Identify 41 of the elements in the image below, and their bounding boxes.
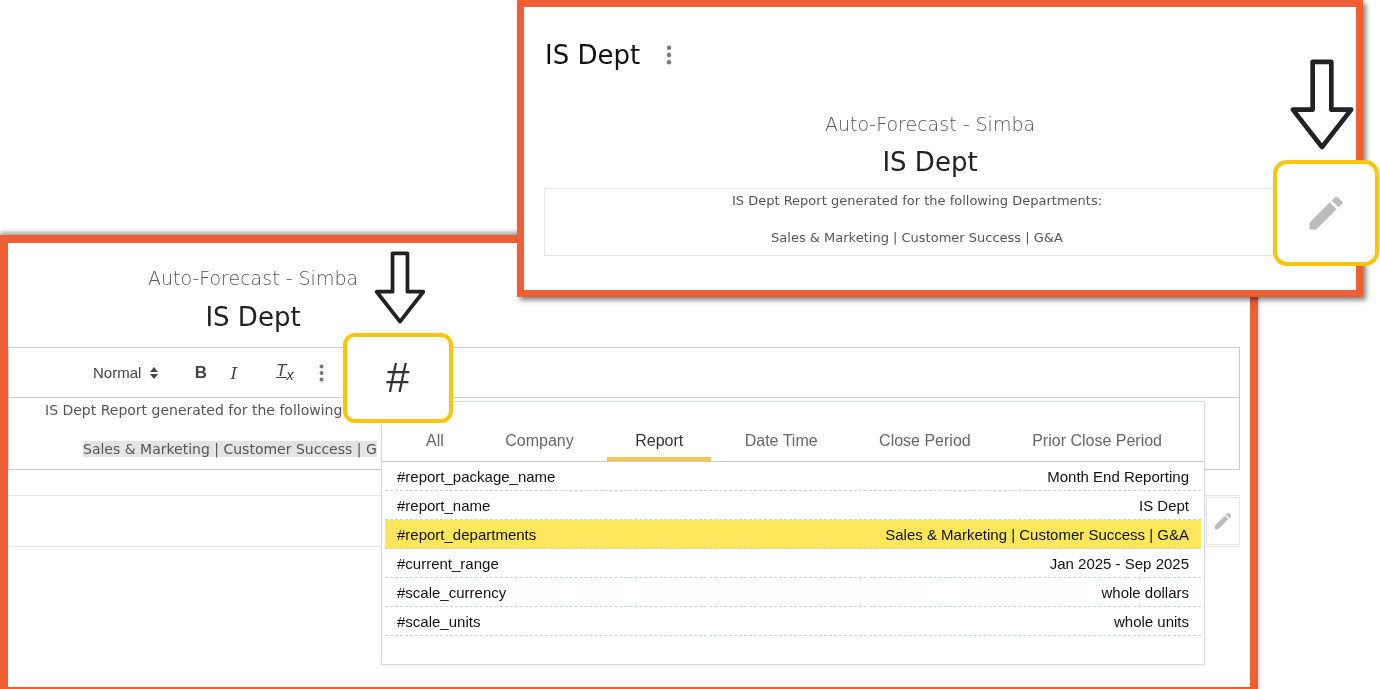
tag-name: #current_range (397, 554, 499, 572)
tag-value: Sales & Marketing | Customer Success | G&A (885, 525, 1189, 543)
tag-row[interactable]: #report_departments Sales & Marketing | Customer Success | G&A (385, 520, 1201, 549)
tag-value: whole units (1113, 612, 1189, 630)
italic-button[interactable]: I (217, 362, 251, 383)
hash-button[interactable]: # (343, 333, 453, 423)
tab[interactable]: All (398, 425, 472, 461)
tag-name: #scale_units (397, 612, 481, 630)
tab[interactable]: Date Time (716, 425, 846, 461)
body-text: IS Dept Report generated for the following Departments: (730, 192, 1104, 210)
tag-value: Month End Reporting (1047, 467, 1189, 485)
body-text: Sales & Marketing | Customer Success | G (83, 441, 377, 457)
sort-icon (150, 366, 159, 379)
tab[interactable]: Prior Close Period (1004, 425, 1190, 461)
tag-value: IS Dept (1138, 496, 1189, 514)
report-title: IS Dept (881, 146, 979, 179)
tag-name: #report_departments (397, 525, 537, 543)
tag-row[interactable]: #scale_currency whole dollars (385, 578, 1201, 607)
panel-title: IS Dept (545, 40, 641, 70)
tag-name: #report_name (397, 496, 491, 514)
tag-name: #scale_currency (397, 583, 507, 601)
tag-row[interactable]: #current_range Jan 2025 - Sep 2025 (385, 549, 1201, 578)
tab[interactable]: Close Period (851, 425, 999, 461)
tab[interactable]: Report (607, 425, 712, 461)
tag-row[interactable]: #report_package_name Month End Reporting (385, 462, 1201, 491)
bold-button[interactable]: B (184, 362, 218, 383)
pencil-icon (1212, 510, 1234, 532)
tag-row[interactable]: #scale_units whole units (385, 607, 1201, 636)
report-subtitle: Auto-Forecast - Simba (146, 266, 360, 291)
tab[interactable]: Company (477, 425, 602, 461)
more-icon[interactable] (666, 45, 673, 65)
tag-value: Jan 2025 - Sep 2025 (1049, 554, 1189, 572)
tag-value: whole dollars (1101, 583, 1189, 601)
tag-name: #report_package_name (397, 467, 556, 485)
body-text: IS Dept Report generated for the following (45, 402, 343, 418)
report-title: IS Dept (204, 301, 302, 334)
body-text: Sales & Marketing | Customer Success | G&A (770, 229, 1064, 247)
more-icon[interactable] (319, 363, 325, 382)
clear-format-button[interactable]: T$_{x}$ (268, 361, 302, 384)
report-subtitle: Auto-Forecast - Simba (823, 112, 1037, 137)
format-select[interactable]: Normal (93, 364, 159, 381)
